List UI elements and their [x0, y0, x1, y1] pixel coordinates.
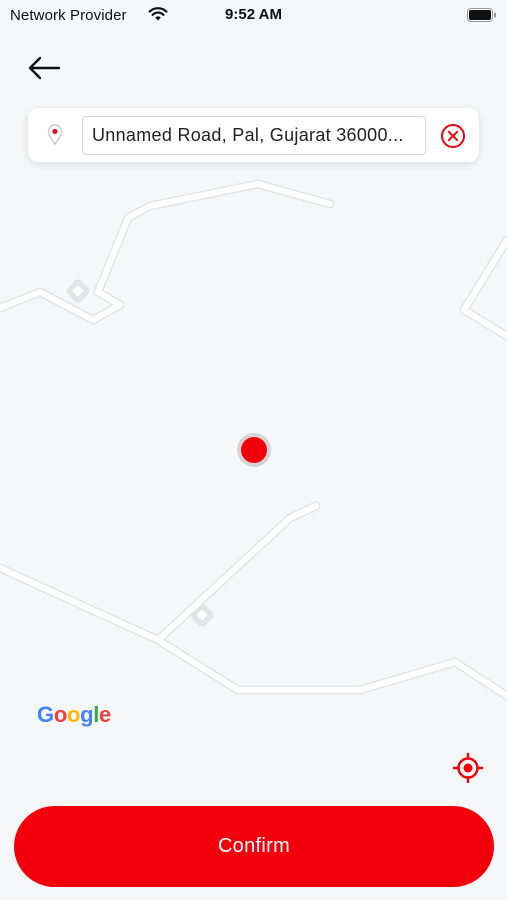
close-circle-icon — [441, 124, 465, 148]
google-letter: g — [80, 702, 94, 727]
clock: 9:52 AM — [225, 6, 282, 23]
arrow-left-icon — [28, 56, 61, 80]
map-pin-icon — [47, 124, 63, 151]
address-input[interactable]: Unnamed Road, Pal, Gujarat 36000... — [82, 116, 426, 155]
location-dot — [241, 437, 267, 463]
google-letter: e — [99, 702, 111, 727]
road — [0, 501, 321, 645]
google-letter: o — [66, 702, 81, 727]
google-letter: G — [37, 702, 54, 727]
google-logo: Google — [37, 702, 111, 728]
google-letter: o — [53, 702, 67, 727]
crosshair-icon — [452, 752, 484, 784]
battery-icon — [467, 8, 497, 26]
confirm-button[interactable]: Confirm — [14, 806, 494, 887]
clear-address-button[interactable] — [440, 123, 466, 149]
back-button[interactable] — [22, 50, 66, 86]
selected-location-marker — [237, 433, 271, 467]
address-search-card: Unnamed Road, Pal, Gujarat 36000... — [28, 108, 479, 162]
my-location-button[interactable] — [450, 750, 486, 786]
status-bar: Network Provider 9:52 AM — [0, 0, 507, 30]
